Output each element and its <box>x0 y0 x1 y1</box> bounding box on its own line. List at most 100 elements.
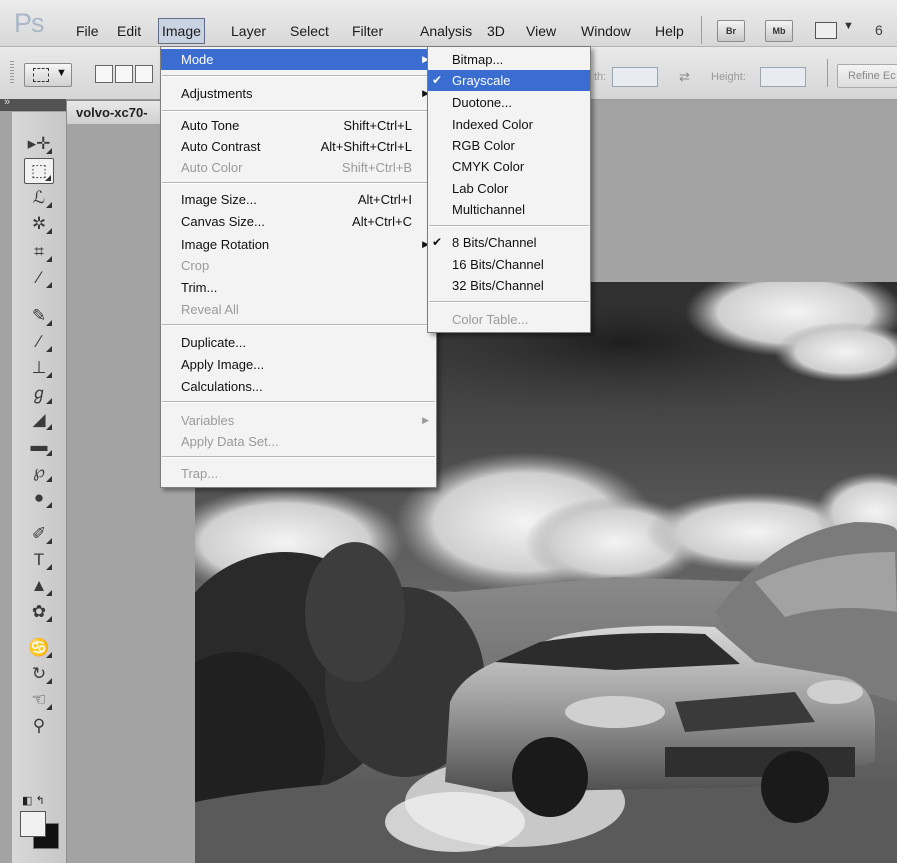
menu-item-image-rotation[interactable]: Image Rotation ▶ <box>161 234 436 255</box>
menu-item-duplicate[interactable]: Duplicate... <box>161 332 436 353</box>
3d-rotate-tool-icon[interactable]: ♋ <box>24 636 54 660</box>
default-colors-icon[interactable]: ◧ ↰ <box>22 794 45 807</box>
rectangular-marquee-icon <box>33 68 49 82</box>
menu-item-label: Lab Color <box>452 181 509 196</box>
lasso-tool-icon[interactable]: ℒ <box>24 186 54 210</box>
menu-filter[interactable]: Filter <box>349 19 386 43</box>
menu-item-mode[interactable]: Mode ▶ <box>161 49 436 70</box>
menu-item-rgb-color[interactable]: RGB Color <box>428 135 590 156</box>
spot-healing-tool-icon[interactable]: ✎ <box>24 304 54 328</box>
menu-layer[interactable]: Layer <box>228 19 269 43</box>
menu-item-reveal-all: Reveal All <box>161 299 436 320</box>
collapse-icon[interactable]: » <box>4 96 10 108</box>
menu-item-lab-color[interactable]: Lab Color <box>428 178 590 199</box>
gradient-tool-icon[interactable]: ▬ <box>24 434 54 458</box>
zoom-tool-icon[interactable]: ⚲ <box>24 714 54 738</box>
path-selection-tool-icon[interactable]: ▲ <box>24 574 54 598</box>
menu-3d[interactable]: 3D <box>484 19 508 43</box>
menu-item-apply-image[interactable]: Apply Image... <box>161 354 436 375</box>
arrange-icon <box>815 22 837 39</box>
hand-tool-icon[interactable]: ☜ <box>24 688 54 712</box>
menu-separator <box>429 225 589 227</box>
menu-item-calculations[interactable]: Calculations... <box>161 376 436 397</box>
eraser-tool-icon[interactable]: ◢ <box>24 408 54 432</box>
menu-item-auto-tone[interactable]: Auto Tone Shift+Ctrl+L <box>161 115 436 136</box>
menu-item-auto-contrast[interactable]: Auto Contrast Alt+Shift+Ctrl+L <box>161 136 436 157</box>
height-label: Height: <box>711 71 746 83</box>
dodge-tool-icon[interactable]: ● <box>24 486 54 510</box>
menu-item-multichannel[interactable]: Multichannel <box>428 199 590 220</box>
menu-file[interactable]: File <box>73 19 102 43</box>
menu-item-label: Adjustments <box>181 86 253 101</box>
menu-analysis[interactable]: Analysis <box>417 19 475 43</box>
menu-separator <box>162 75 435 77</box>
options-bar-grip[interactable] <box>10 61 14 85</box>
image-menu: Mode ▶ Adjustments ▶ Auto Tone Shift+Ctrl+L… <box>160 46 437 488</box>
menu-item-duotone[interactable]: Duotone... <box>428 92 590 113</box>
menu-edit[interactable]: Edit <box>114 19 144 43</box>
menu-window[interactable]: Window <box>578 19 634 43</box>
zoom-level[interactable]: 6 <box>875 22 883 38</box>
menu-item-label: 16 Bits/Channel <box>452 257 544 272</box>
3d-orbit-tool-icon[interactable]: ↻ <box>24 662 54 686</box>
menu-item-indexed-color[interactable]: Indexed Color <box>428 114 590 135</box>
menu-item-label: Indexed Color <box>452 117 533 132</box>
menu-item-adjustments[interactable]: Adjustments ▶ <box>161 83 436 104</box>
clone-stamp-tool-icon[interactable]: ⊥ <box>24 356 54 380</box>
arrange-documents-button[interactable]: ▼ <box>815 20 855 40</box>
crop-tool-icon[interactable]: ⌗ <box>24 240 54 264</box>
menu-item-grayscale[interactable]: ✔ Grayscale <box>428 70 590 91</box>
swap-icon[interactable]: ⇄ <box>679 69 690 85</box>
height-field[interactable] <box>760 67 806 87</box>
pen-tool-icon[interactable]: ✐ <box>24 522 54 546</box>
menu-separator <box>162 110 435 112</box>
menu-item-32-bits[interactable]: 32 Bits/Channel <box>428 275 590 296</box>
menu-item-label: Multichannel <box>452 202 525 217</box>
menu-item-label: Duplicate... <box>181 335 247 350</box>
menu-item-cmyk-color[interactable]: CMYK Color <box>428 156 590 177</box>
add-selection-icon[interactable] <box>115 65 133 83</box>
mini-bridge-button[interactable]: Mb <box>765 20 793 42</box>
eyedropper-tool-icon[interactable]: ⁄ <box>24 266 54 290</box>
blur-tool-icon[interactable]: ℘ <box>24 460 54 484</box>
custom-shape-tool-icon[interactable]: ✿ <box>24 600 54 624</box>
menu-help[interactable]: Help <box>652 19 687 43</box>
menu-item-bitmap[interactable]: Bitmap... <box>428 49 590 70</box>
menu-item-label: Trap... <box>181 466 219 481</box>
mode-submenu: Bitmap... ✔ Grayscale Duotone... Indexed … <box>427 46 591 333</box>
menu-item-apply-data-set: Apply Data Set... <box>161 431 436 452</box>
foreground-color-swatch[interactable] <box>20 811 46 837</box>
marquee-tool-icon[interactable]: ⬚ <box>24 158 54 184</box>
menu-item-label: CMYK Color <box>452 159 525 174</box>
selection-mode-buttons[interactable] <box>94 63 158 85</box>
menu-item-label: Canvas Size... <box>181 214 265 229</box>
menu-item-trap: Trap... <box>161 463 436 484</box>
photoshop-logo: Ps <box>14 8 44 38</box>
menu-item-shortcut: Alt+Shift+Ctrl+L <box>320 139 412 154</box>
subtract-selection-icon[interactable] <box>135 65 153 83</box>
move-tool-icon[interactable]: ▸✛ <box>24 132 54 156</box>
menu-item-16-bits[interactable]: 16 Bits/Channel <box>428 254 590 275</box>
menu-select[interactable]: Select <box>287 19 332 43</box>
tool-preset-picker[interactable]: ▼ <box>24 63 72 87</box>
brush-tool-icon[interactable]: ∕ <box>24 330 54 354</box>
history-brush-tool-icon[interactable]: ℊ <box>24 382 54 406</box>
type-tool-icon[interactable]: T <box>24 548 54 572</box>
menu-item-8-bits[interactable]: ✔ 8 Bits/Channel <box>428 232 590 253</box>
menu-item-trim[interactable]: Trim... <box>161 277 436 298</box>
menu-item-label: 32 Bits/Channel <box>452 278 544 293</box>
quick-selection-tool-icon[interactable]: ✲ <box>24 212 54 236</box>
menu-item-shortcut: Alt+Ctrl+I <box>357 192 412 207</box>
refine-edge-button[interactable]: Refine Ec <box>837 64 897 88</box>
menu-item-canvas-size[interactable]: Canvas Size... Alt+Ctrl+C <box>161 211 436 232</box>
menu-separator <box>162 456 435 458</box>
menu-view[interactable]: View <box>523 19 559 43</box>
toolbox-header[interactable]: » <box>0 96 66 111</box>
bridge-button[interactable]: Br <box>717 20 745 42</box>
menu-image[interactable]: Image <box>158 18 205 44</box>
toolbox: ▸✛ ⬚ ℒ ✲ ⌗ ⁄ ✎ ∕ ⊥ ℊ ◢ ▬ ℘ ● ✐ T ▲ ✿ ♋ ↻… <box>12 112 67 863</box>
new-selection-icon[interactable] <box>95 65 113 83</box>
menu-item-image-size[interactable]: Image Size... Alt+Ctrl+I <box>161 189 436 210</box>
menu-item-shortcut: Alt+Ctrl+C <box>352 214 412 229</box>
width-field[interactable] <box>612 67 658 87</box>
